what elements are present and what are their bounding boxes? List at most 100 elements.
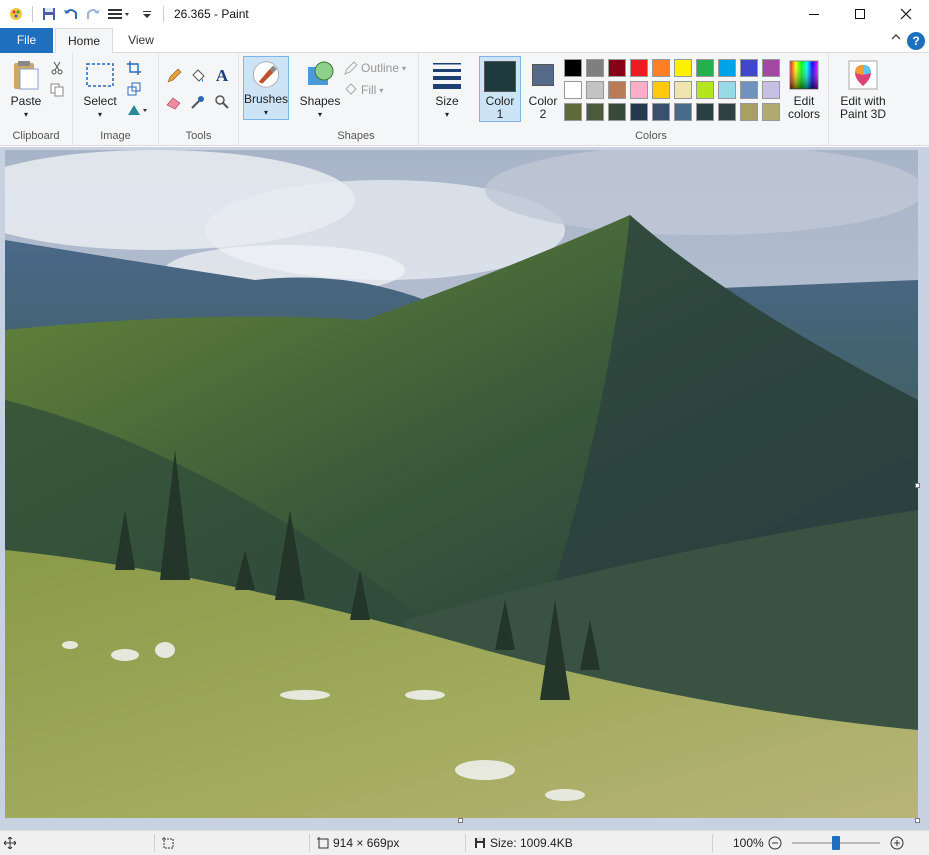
- outline-button[interactable]: Outline ▾: [344, 61, 406, 75]
- minimize-button[interactable]: [791, 0, 837, 28]
- clipboard-group: Paste ▾ Clipboard: [0, 53, 73, 146]
- palette-swatch[interactable]: [674, 103, 692, 121]
- redo-icon[interactable]: [83, 4, 103, 24]
- palette-swatch[interactable]: [586, 59, 604, 77]
- palette-swatch[interactable]: [740, 81, 758, 99]
- file-size-text: Size: 1009.4KB: [490, 836, 573, 850]
- resize-handle-right[interactable]: [915, 483, 920, 488]
- palette-swatch[interactable]: [718, 81, 736, 99]
- palette-swatch[interactable]: [674, 59, 692, 77]
- brushes-button[interactable]: Brushes ▾: [243, 56, 289, 120]
- paste-button[interactable]: Paste ▾: [6, 59, 46, 121]
- help-icon[interactable]: ?: [907, 32, 925, 50]
- palette-swatch[interactable]: [630, 81, 648, 99]
- shapes-group: Shapes ▾ Outline ▾ Fill ▾ Shapes: [294, 53, 419, 146]
- copy-icon[interactable]: [48, 81, 66, 99]
- magnifier-icon[interactable]: [213, 93, 231, 111]
- file-size-icon: [475, 838, 485, 848]
- tools-group-label: Tools: [185, 130, 212, 142]
- zoom-slider[interactable]: [792, 831, 880, 855]
- save-icon[interactable]: [39, 4, 59, 24]
- palette-swatch[interactable]: [564, 81, 582, 99]
- canvas-area[interactable]: [0, 147, 929, 830]
- edit-colors-label-2: colors: [787, 107, 820, 121]
- palette-swatch[interactable]: [608, 81, 626, 99]
- size-button[interactable]: Size ▾: [425, 59, 469, 121]
- select-button[interactable]: Select ▾: [81, 59, 119, 121]
- zoom-slider-thumb[interactable]: [832, 836, 840, 850]
- edit-with-paint3d-button[interactable]: Edit with Paint 3D: [833, 59, 893, 121]
- collapse-ribbon-icon[interactable]: [891, 32, 901, 45]
- color1-button[interactable]: Color 1: [479, 56, 521, 122]
- edit-colors-button[interactable]: Edit colors: [784, 59, 824, 121]
- palette-swatch[interactable]: [740, 103, 758, 121]
- select-label: Select: [83, 94, 117, 108]
- maximize-button[interactable]: [837, 0, 883, 28]
- crop-icon[interactable]: [125, 59, 143, 77]
- fill-button[interactable]: Fill ▾: [344, 83, 383, 97]
- paint-app-icon[interactable]: [6, 4, 26, 24]
- zoom-in-icon: [890, 836, 904, 850]
- image-dimensions: 914 × 669px: [317, 831, 399, 855]
- palette-swatch[interactable]: [718, 59, 736, 77]
- ribbon: Paste ▾ Clipboard Select ▾ Image A Tools…: [0, 53, 929, 146]
- palette-swatch[interactable]: [564, 103, 582, 121]
- rotate-icon[interactable]: [125, 101, 151, 119]
- palette-swatch[interactable]: [762, 59, 780, 77]
- close-button[interactable]: [883, 0, 929, 28]
- palette-swatch[interactable]: [608, 103, 626, 121]
- palette-swatch[interactable]: [652, 59, 670, 77]
- palette-swatch[interactable]: [586, 81, 604, 99]
- palette-swatch[interactable]: [652, 103, 670, 121]
- palette-swatch[interactable]: [762, 103, 780, 121]
- cut-icon[interactable]: [48, 59, 66, 77]
- palette-swatch[interactable]: [762, 81, 780, 99]
- image-dimensions-icon: [317, 837, 329, 849]
- resize-handle-bottom[interactable]: [458, 818, 463, 823]
- tab-file[interactable]: File: [0, 28, 53, 53]
- palette-swatch[interactable]: [674, 81, 692, 99]
- drawing-canvas[interactable]: [5, 150, 918, 818]
- palette-swatch[interactable]: [696, 81, 714, 99]
- color2-button[interactable]: Color 2: [524, 56, 562, 121]
- pencil-icon[interactable]: [165, 67, 183, 85]
- brushes-group: Brushes ▾: [239, 53, 294, 146]
- image-dimensions-text: 914 × 669px: [333, 836, 400, 850]
- palette-swatch[interactable]: [696, 59, 714, 77]
- window-title: 26.365 - Paint: [174, 7, 249, 21]
- zoom-out-button[interactable]: [768, 831, 782, 855]
- tab-view[interactable]: View: [113, 28, 169, 53]
- shapes-button[interactable]: Shapes ▾: [298, 59, 342, 121]
- color-picker-icon[interactable]: [189, 93, 207, 111]
- palette-swatch[interactable]: [740, 59, 758, 77]
- palette-swatch[interactable]: [630, 103, 648, 121]
- palette-swatch[interactable]: [586, 103, 604, 121]
- color2-swatch: [532, 64, 554, 86]
- tab-home[interactable]: Home: [55, 28, 113, 54]
- cursor-position-icon: [4, 831, 16, 855]
- palette-swatch[interactable]: [608, 59, 626, 77]
- tools-group: A Tools: [159, 53, 239, 146]
- palette-swatch[interactable]: [696, 103, 714, 121]
- zoom-level: 100%: [733, 836, 764, 850]
- resize-icon[interactable]: [125, 80, 143, 98]
- quick-access-toolbar: [0, 0, 168, 28]
- paste-icon: [14, 61, 39, 90]
- size-icon: [433, 63, 461, 89]
- edit-colors-icon: [789, 60, 819, 90]
- resize-handle-corner[interactable]: [915, 818, 920, 823]
- customize-qat-icon[interactable]: [105, 4, 135, 24]
- qat-dropdown-icon[interactable]: [137, 4, 157, 24]
- palette-swatch[interactable]: [564, 59, 582, 77]
- fill-bucket-icon[interactable]: [189, 67, 207, 85]
- palette-swatch[interactable]: [718, 103, 736, 121]
- zoom-in-button[interactable]: [890, 831, 904, 855]
- image-group-label: Image: [100, 130, 131, 142]
- palette-swatch[interactable]: [652, 81, 670, 99]
- select-icon: [86, 63, 114, 87]
- landscape-painting: [5, 150, 918, 818]
- text-tool-icon[interactable]: A: [213, 66, 231, 85]
- eraser-icon[interactable]: [165, 93, 183, 111]
- palette-swatch[interactable]: [630, 59, 648, 77]
- undo-icon[interactable]: [61, 4, 81, 24]
